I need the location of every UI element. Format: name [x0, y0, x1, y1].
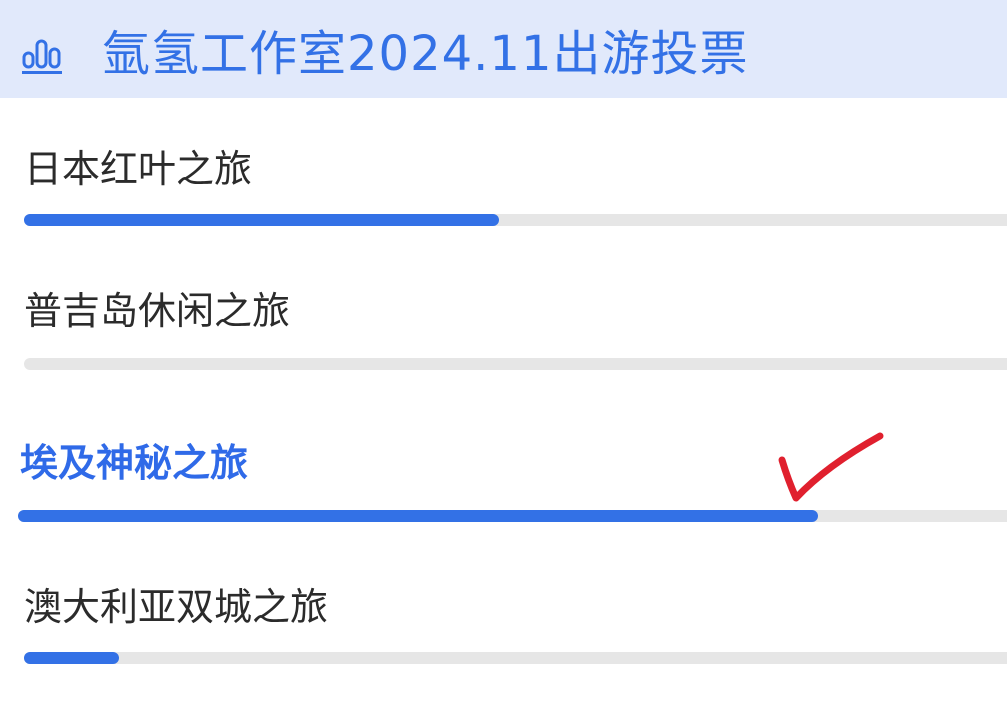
poll-option-label: 埃及神秘之旅 [20, 441, 249, 485]
vote-progress-track [24, 214, 1007, 226]
vote-progress-track [24, 652, 1007, 664]
vote-progress-fill [24, 214, 499, 226]
vote-progress-fill [18, 510, 818, 522]
check-mark-icon [778, 432, 884, 502]
vote-progress-fill [24, 652, 119, 664]
poll-header: 氩氢工作室2024.11出游投票 [0, 0, 1007, 98]
poll-option-label: 普吉岛休闲之旅 [24, 289, 291, 333]
poll-title: 氩氢工作室2024.11出游投票 [102, 26, 749, 82]
vote-progress-track [24, 358, 1007, 370]
poll-option-label: 澳大利亚双城之旅 [24, 585, 329, 629]
poll-option-label: 日本红叶之旅 [24, 147, 253, 191]
bar-chart-icon [22, 39, 62, 74]
vote-progress-track [18, 510, 1007, 522]
